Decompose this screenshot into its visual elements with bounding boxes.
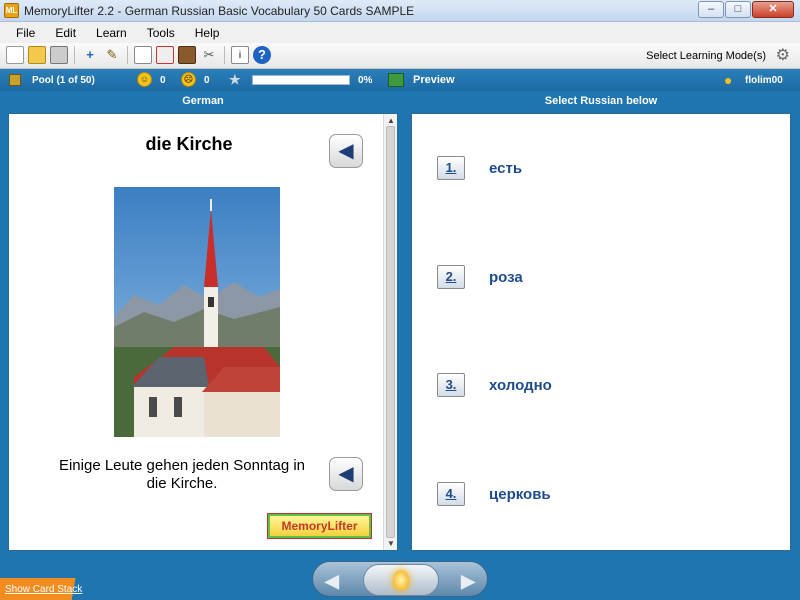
question-header: German — [182, 95, 224, 107]
menu-edit[interactable]: Edit — [45, 26, 86, 40]
answer-option[interactable]: 4. церковь — [437, 482, 551, 506]
scroll-down-icon[interactable]: ▼ — [387, 539, 395, 548]
answer-option[interactable]: 3. холодно — [437, 373, 552, 397]
user-icon: ● — [724, 72, 733, 88]
answer-text[interactable]: роза — [489, 269, 523, 286]
forward-arrow-icon[interactable]: ▶ — [461, 571, 475, 592]
toolbar: + ✎ ✂ i ? Select Learning Mode(s) ⚙ — [0, 43, 800, 69]
edit-icon[interactable]: ✎ — [103, 46, 121, 64]
answer-key-button[interactable]: 2. — [437, 265, 465, 289]
menu-file[interactable]: File — [6, 26, 45, 40]
progress-bar — [252, 75, 350, 85]
toolbar-separator — [74, 46, 75, 64]
scroll-thumb[interactable] — [386, 126, 395, 538]
answer-text[interactable]: церковь — [489, 486, 551, 503]
toolbar-separator — [224, 46, 225, 64]
wrong-count: 0 — [204, 75, 210, 86]
pool-label: Pool (1 of 50) — [32, 75, 95, 86]
maximize-button[interactable]: □ — [725, 1, 751, 18]
play-word-audio-button[interactable]: ◀ — [329, 134, 363, 168]
navigation-bar: ◀ ▶ — [0, 558, 800, 600]
answer-text[interactable]: есть — [489, 160, 522, 177]
show-card-stack-tab[interactable]: Show Card Stack — [0, 578, 104, 600]
menu-learn[interactable]: Learn — [86, 26, 137, 40]
tools-icon[interactable]: ✂ — [200, 46, 218, 64]
menu-tools[interactable]: Tools — [137, 26, 185, 40]
window-title: MemoryLifter 2.2 - German Russian Basic … — [24, 4, 415, 18]
title-bar: ML MemoryLifter 2.2 - German Russian Bas… — [0, 0, 800, 22]
answer-key-button[interactable]: 1. — [437, 156, 465, 180]
help-icon[interactable]: ? — [253, 46, 271, 64]
hint-button[interactable] — [363, 564, 439, 596]
new-icon[interactable] — [6, 46, 24, 64]
play-sentence-audio-button[interactable]: ◀ — [329, 457, 363, 491]
close-button[interactable]: ✕ — [752, 1, 794, 18]
user-name: flolim00 — [745, 75, 783, 86]
print-icon[interactable] — [50, 46, 68, 64]
correct-count: 0 — [160, 75, 166, 86]
gear-icon[interactable]: ⚙ — [776, 47, 790, 65]
answer-option[interactable]: 2. роза — [437, 265, 523, 289]
answer-panel: 1. есть 2. роза 3. холодно 4. церковь — [411, 113, 791, 551]
presentation-icon[interactable] — [134, 46, 152, 64]
pool-icon — [9, 74, 21, 86]
question-word: die Kirche — [145, 134, 233, 154]
memorylifter-logo: MemoryLifter — [268, 514, 371, 538]
speaker-icon: ◀ — [338, 140, 354, 162]
preview-icon[interactable] — [388, 73, 404, 87]
add-card-icon[interactable]: + — [81, 46, 99, 64]
scroll-up-icon[interactable]: ▲ — [387, 116, 395, 125]
answer-text[interactable]: холодно — [489, 377, 552, 394]
example-sentence: Einige Leute gehen jeden Sonntag in die … — [58, 457, 306, 492]
speaker-icon: ◀ — [338, 463, 354, 485]
minimize-button[interactable]: – — [698, 1, 724, 18]
menu-help[interactable]: Help — [185, 26, 230, 40]
app-logo-icon: ML — [4, 3, 19, 18]
dictionary-icon[interactable] — [178, 46, 196, 64]
status-bar: Pool (1 of 50) ☺ 0 ☹ 0 ★ 0% Preview ● fl… — [0, 69, 800, 91]
preview-label[interactable]: Preview — [413, 74, 455, 86]
church-image — [114, 187, 280, 437]
lightbulb-icon — [393, 570, 409, 590]
star-icon: ★ — [229, 72, 241, 87]
learning-mode-label[interactable]: Select Learning Mode(s) — [646, 50, 766, 62]
answer-key-button[interactable]: 3. — [437, 373, 465, 397]
answer-key-button[interactable]: 4. — [437, 482, 465, 506]
nav-cluster: ◀ ▶ — [312, 561, 488, 597]
card-stack-icon[interactable] — [156, 46, 174, 64]
smiley-wrong-icon: ☹ — [181, 72, 196, 87]
back-arrow-icon[interactable]: ◀ — [325, 571, 339, 592]
progress-percent: 0% — [358, 75, 373, 86]
answer-option[interactable]: 1. есть — [437, 156, 522, 180]
smiley-correct-icon: ☺ — [137, 72, 152, 87]
answer-header: Select Russian below — [544, 95, 658, 107]
question-panel: die Kirche ◀ Einige Leute gehen jeden So… — [8, 113, 398, 551]
window-controls: – □ ✕ — [698, 1, 794, 18]
toolbar-separator — [127, 46, 128, 64]
question-scrollbar[interactable]: ▲ ▼ — [383, 114, 397, 550]
show-card-stack-link[interactable]: Show Card Stack — [5, 584, 82, 595]
info-icon[interactable]: i — [231, 46, 249, 64]
learning-area: German Select Russian below die Kirche ◀ — [0, 91, 800, 558]
menu-bar: File Edit Learn Tools Help — [0, 22, 800, 43]
open-icon[interactable] — [28, 46, 46, 64]
